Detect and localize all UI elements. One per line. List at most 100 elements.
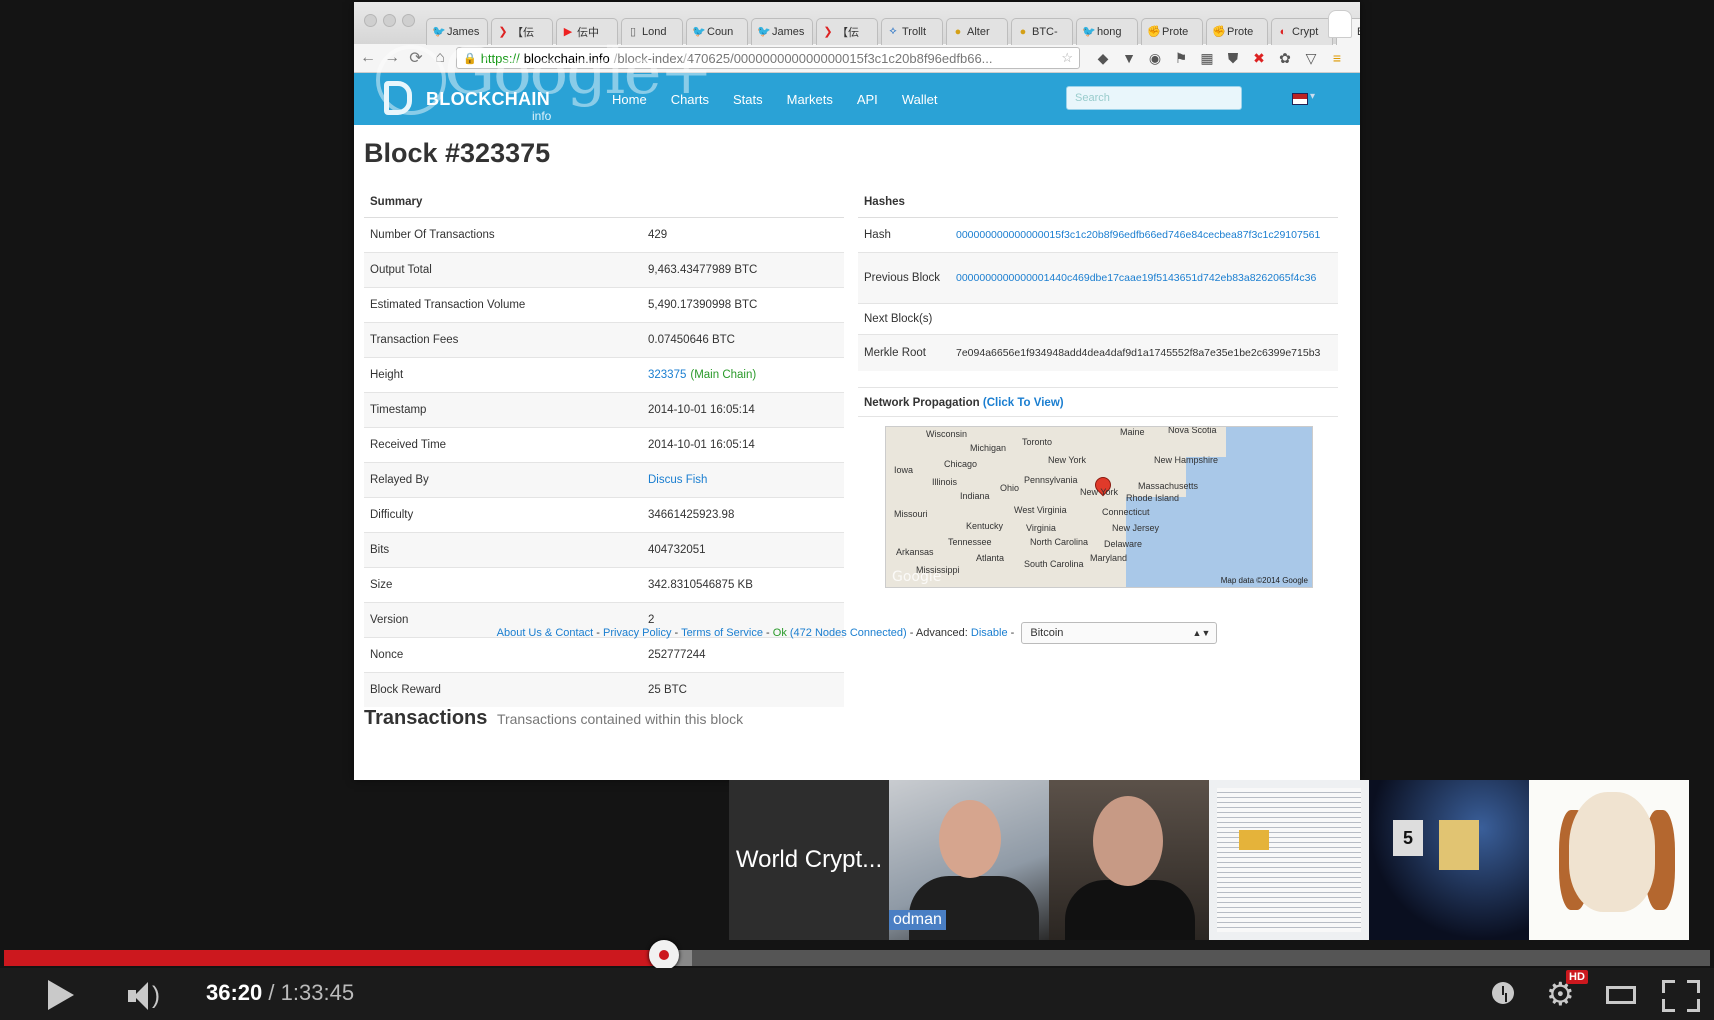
address-bar[interactable]: 🔒 https://blockchain.info/block-index/47…: [456, 47, 1080, 69]
minimize-window-button[interactable]: [383, 14, 396, 27]
map-label: Maryland: [1090, 553, 1128, 563]
nav-wallet[interactable]: Wallet: [890, 92, 950, 107]
extension-icon[interactable]: ⚑: [1172, 50, 1190, 67]
hash-value[interactable]: 0000000000000001440c469dbe17caae19f51436…: [950, 252, 1338, 304]
map-label: West Virginia: [1014, 505, 1067, 515]
extension-icon[interactable]: ◆: [1094, 50, 1112, 67]
language-flag-icon[interactable]: [1292, 93, 1308, 105]
tab-label: Alter: [967, 25, 990, 38]
chevron-down-icon[interactable]: ▾: [1310, 91, 1315, 102]
tab-label: Prote: [1227, 25, 1254, 38]
extension-icon[interactable]: ⛊: [1224, 50, 1242, 67]
hangout-title-tile[interactable]: World Crypt...: [729, 780, 889, 940]
browser-tab[interactable]: ▶ 伝中: [556, 17, 618, 45]
play-icon[interactable]: [48, 980, 74, 1010]
extension-icon[interactable]: ✖: [1250, 50, 1268, 67]
participant-body: [909, 876, 1039, 940]
profile-icon[interactable]: [1328, 10, 1352, 38]
red-icon: ❯: [823, 26, 833, 38]
site-nav: Home Charts Stats Markets API Wallet: [600, 73, 949, 125]
nav-markets[interactable]: Markets: [775, 92, 845, 107]
trollbox-icon: ⟡: [889, 25, 897, 37]
close-window-button[interactable]: [364, 14, 377, 27]
browser-tab[interactable]: 🐦 James: [751, 17, 813, 45]
nav-api[interactable]: API: [845, 92, 890, 107]
browser-tab[interactable]: ⟡ Trollt: [881, 17, 943, 45]
extension-icon[interactable]: ▽: [1302, 50, 1320, 67]
summary-value-text[interactable]: 323375: [648, 369, 686, 381]
browser-tab[interactable]: ● Alter: [946, 17, 1008, 45]
site-search-input[interactable]: Search: [1066, 86, 1242, 110]
browser-tab[interactable]: ❯ 【伝: [491, 17, 553, 45]
summary-row: Relayed By Discus Fish: [364, 462, 844, 498]
participant-thumbnail[interactable]: [1209, 780, 1369, 940]
browser-tab[interactable]: 🐦 Coun: [686, 17, 748, 45]
summary-value: Discus Fish: [642, 462, 844, 498]
tab-label: Lond: [642, 25, 667, 38]
shared-document: [1217, 788, 1361, 932]
summary-key: Output Total: [364, 252, 642, 288]
theater-mode-icon[interactable]: [1606, 986, 1636, 1004]
disable-link[interactable]: Disable: [971, 627, 1008, 639]
tab-label: 【伝: [512, 26, 534, 39]
privacy-link[interactable]: Privacy Policy: [603, 627, 671, 639]
browser-tab[interactable]: ● BTC-: [1011, 17, 1073, 45]
back-icon[interactable]: ←: [360, 49, 376, 67]
volume-icon[interactable]: [128, 982, 168, 1010]
extension-icon[interactable]: ▦: [1198, 50, 1216, 67]
browser-tab[interactable]: ▯ Lond: [621, 17, 683, 45]
bookmark-star-icon[interactable]: ☆: [1061, 50, 1073, 66]
progress-bar[interactable]: [4, 940, 1710, 970]
pocket-icon[interactable]: ▼: [1120, 50, 1138, 67]
click-to-view-link[interactable]: (Click To View): [983, 397, 1064, 409]
browser-tab[interactable]: ✊ Prote: [1206, 17, 1268, 45]
nav-stats[interactable]: Stats: [721, 92, 775, 107]
extension-icon[interactable]: ✿: [1276, 50, 1294, 67]
hash-key: Hash: [858, 217, 950, 253]
map-label: Missouri: [894, 509, 928, 519]
url-scheme: https://: [480, 50, 520, 66]
nav-home[interactable]: Home: [600, 92, 659, 107]
map-label: Pennsylvania: [1024, 475, 1078, 485]
participant-thumbnail[interactable]: [1529, 780, 1689, 940]
map-label: Michigan: [970, 443, 1007, 453]
url-host: blockchain.info: [523, 50, 610, 66]
tab-list: 🐦 James ❯ 【伝 ▶ 伝中 ▯ Lond 🐦 Coun 🐦 James ❯ 【伝 ⟡ Trollt ● A…: [426, 2, 1360, 45]
summary-key: Bits: [364, 532, 642, 568]
nodes-connected[interactable]: (472 Nodes Connected): [790, 627, 907, 639]
browser-tab[interactable]: 🐦 hong: [1076, 17, 1138, 45]
tab-label: 【伝: [837, 26, 859, 39]
dog-avatar: [1569, 792, 1655, 912]
participant-face: [939, 800, 1001, 878]
summary-value-text: 9,463.43477989 BTC: [648, 264, 758, 276]
participant-thumbnail[interactable]: [1049, 780, 1209, 940]
watch-later-icon[interactable]: [1492, 982, 1514, 1004]
about-link[interactable]: About Us & Contact: [497, 627, 594, 639]
propagation-map[interactable]: Google Map data ©2014 Google Wisconsin Mi…: [885, 426, 1313, 588]
summary-value-text: 25 BTC: [648, 684, 687, 696]
protest-icon: ✊: [1147, 26, 1161, 38]
hash-key: Previous Block: [858, 252, 950, 304]
nav-charts[interactable]: Charts: [659, 92, 721, 107]
extension-icon[interactable]: ◉: [1146, 50, 1164, 67]
zoom-window-button[interactable]: [402, 14, 415, 27]
currency-select[interactable]: Bitcoin ▲▼: [1021, 622, 1218, 644]
browser-tab[interactable]: ❯ 【伝: [816, 17, 878, 45]
hash-value[interactable]: 000000000000000015f3c1c20b8f96edfb66ed74…: [950, 217, 1338, 253]
browser-tab[interactable]: 🐦 James: [426, 17, 488, 45]
page-content: Block #323375 Summary Number Of Transact…: [354, 133, 1360, 729]
participant-thumbnail[interactable]: odman: [889, 780, 1049, 940]
summary-value-text[interactable]: Discus Fish: [648, 474, 707, 486]
browser-tab[interactable]: ✊ Prote: [1141, 17, 1203, 45]
summary-row: Difficulty 34661425923.98: [364, 497, 844, 533]
terms-link[interactable]: Terms of Service: [681, 627, 763, 639]
document-image: [1239, 830, 1269, 850]
participant-thumbnail[interactable]: 5: [1369, 780, 1529, 940]
fullscreen-icon[interactable]: [1662, 980, 1700, 1012]
map-label: Connecticut: [1102, 507, 1150, 517]
summary-value: 9,463.43477989 BTC: [642, 252, 844, 288]
summary-row: Output Total 9,463.43477989 BTC: [364, 252, 844, 288]
blockchain-logo[interactable]: BLOCKCHAIN: [380, 79, 550, 119]
browser-tab[interactable]: ◐ Crypt: [1271, 17, 1333, 45]
menu-icon[interactable]: ≡: [1328, 50, 1346, 67]
